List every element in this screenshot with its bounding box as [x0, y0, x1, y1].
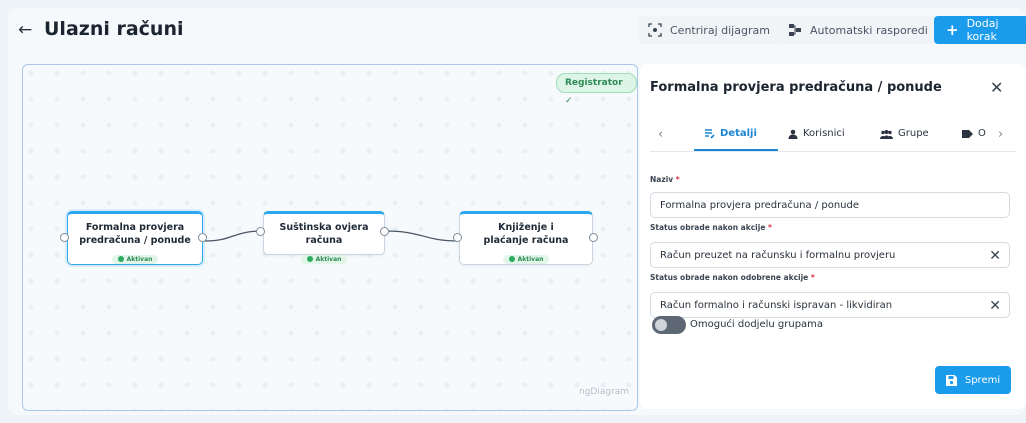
tab-label: O — [978, 128, 986, 139]
page-title: Ulazni računi — [44, 18, 184, 40]
tab-label: Grupe — [898, 128, 929, 139]
details-panel: Formalna provjera predračuna / ponude ✕ … — [640, 64, 1026, 409]
auto-layout-button[interactable]: Automatski rasporedi — [778, 16, 938, 44]
tab-users[interactable]: Korisnici — [788, 128, 845, 139]
name-input[interactable]: Formalna provjera predračuna / ponude — [650, 192, 1010, 218]
tab-label: Detalji — [720, 128, 757, 139]
auto-layout-label: Automatski rasporedi — [810, 23, 928, 37]
status-badge: Aktivan — [300, 254, 348, 264]
tab-label: Korisnici — [803, 128, 845, 139]
page-header: ← Ulazni računi Centriraj dijagram Autom… — [8, 8, 1026, 56]
save-label: Spremi — [964, 374, 1001, 386]
layout-icon — [789, 24, 801, 36]
label-text: Status obrade nakon akcije — [650, 223, 766, 232]
node-title: Formalna provjera predračuna / ponude — [79, 222, 191, 246]
toggle-label: Omogući dodjelu grupama — [690, 319, 824, 330]
status-badge: Aktivan — [111, 254, 159, 264]
field-label-status-approved: Status obrade nakon odobrene akcije * — [650, 273, 815, 282]
label-text: Status obrade nakon odobrene akcije — [650, 273, 809, 282]
center-diagram-label: Centriraj dijagram — [670, 23, 770, 37]
workflow-node[interactable]: Formalna provjera predračuna / ponude Ak… — [67, 211, 203, 265]
edge-1-2 — [204, 230, 264, 242]
status-text: Aktivan — [315, 255, 342, 263]
active-tab-indicator — [694, 149, 778, 151]
panel-title: Formalna provjera predračuna / ponude — [650, 80, 942, 95]
user-icon — [788, 129, 798, 139]
add-step-button[interactable]: + Dodaj korak — [934, 16, 1026, 44]
node-title: Knjiženje i plaćanje računa — [483, 222, 569, 246]
status-text: Aktivan — [517, 255, 544, 263]
tabs-prev-icon[interactable]: ‹ — [658, 127, 663, 142]
tab-details[interactable]: Detalji — [704, 128, 757, 139]
status-badge: Aktivan — [502, 254, 550, 264]
app-page: ← Ulazni računi Centriraj dijagram Autom… — [8, 8, 1026, 415]
edge-2-3 — [384, 230, 460, 242]
status-after-select[interactable]: Račun preuzet na računsku i formalnu pro… — [650, 242, 1010, 268]
required-mark: * — [675, 175, 680, 184]
label-text: Naziv — [650, 175, 674, 184]
panel-tabs: ‹ Detalji Korisnici Grupe O › — [650, 121, 1016, 152]
check-icon — [117, 256, 124, 262]
workflow-node[interactable]: Suštinska ovjera računa Aktivan — [263, 211, 385, 264]
close-icon[interactable]: ✕ — [990, 78, 1003, 97]
node-port[interactable] — [198, 233, 207, 242]
node-port[interactable] — [60, 233, 69, 242]
save-icon — [945, 374, 957, 386]
tag-icon — [962, 129, 973, 138]
plus-icon: + — [946, 21, 959, 39]
clear-icon[interactable]: ✕ — [989, 293, 1001, 319]
node-port[interactable] — [256, 227, 265, 236]
node-port[interactable] — [589, 233, 598, 242]
tab-other[interactable]: O — [962, 128, 986, 139]
diagram-canvas[interactable]: Registrator ✓ Formalna provjera predraču… — [22, 64, 638, 411]
tab-groups[interactable]: Grupe — [880, 128, 929, 139]
group-icon — [880, 129, 893, 139]
save-button[interactable]: Spremi — [935, 366, 1011, 394]
status-text: Aktivan — [126, 255, 153, 263]
input-value: Formalna provjera predračuna / ponude — [660, 200, 860, 211]
back-arrow-icon[interactable]: ← — [18, 20, 32, 40]
node-title: Suštinska ovjera računa — [279, 222, 369, 246]
check-icon — [508, 256, 515, 262]
clear-icon[interactable]: ✕ — [989, 243, 1001, 269]
field-label-name: Naziv * — [650, 175, 680, 184]
field-label-status-after: Status obrade nakon akcije * — [650, 223, 772, 232]
tabs-next-icon[interactable]: › — [998, 127, 1003, 142]
group-assignment-toggle[interactable] — [652, 316, 686, 334]
edit-list-icon — [705, 129, 715, 139]
workflow-node[interactable]: Knjiženje i plaćanje računa Aktivan — [459, 211, 593, 265]
select-value: Račun formalno i računski ispravan - lik… — [660, 300, 893, 311]
diagram-watermark: ngDiagram — [579, 387, 630, 397]
select-value: Račun preuzet na računsku i formalnu pro… — [660, 250, 896, 261]
node-port[interactable] — [453, 233, 462, 242]
toggle-knob — [655, 319, 667, 331]
add-step-label: Dodaj korak — [966, 17, 999, 43]
node-port[interactable] — [380, 227, 389, 236]
required-mark: * — [768, 223, 772, 232]
status-approved-select[interactable]: Račun formalno i računski ispravan - lik… — [650, 292, 1010, 318]
center-diagram-button[interactable]: Centriraj dijagram — [638, 16, 780, 44]
check-icon — [306, 256, 313, 262]
required-mark: * — [810, 273, 815, 282]
focus-icon — [648, 23, 662, 37]
